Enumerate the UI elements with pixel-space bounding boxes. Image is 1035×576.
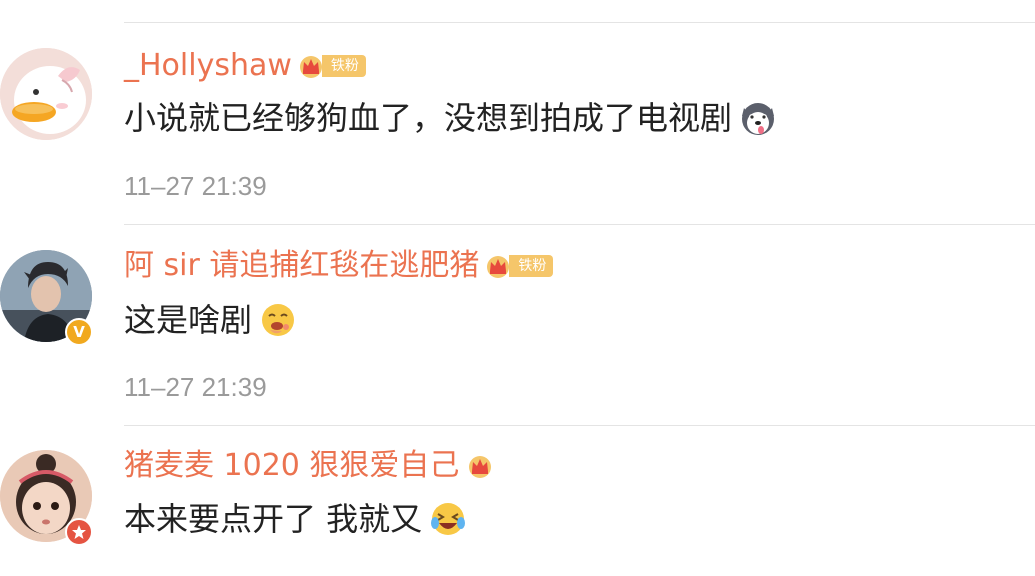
fan-tag: 铁粉 <box>321 55 366 77</box>
username[interactable]: 阿 sir 请追捕红毯在逃肥猪 <box>124 246 479 286</box>
fan-tag: 铁粉 <box>509 255 554 277</box>
divider-top <box>124 22 1035 23</box>
laughing-tears-icon <box>431 503 466 535</box>
comment-text-row: 这是啥剧 <box>124 298 296 342</box>
duck-avatar-icon <box>0 48 92 140</box>
username[interactable]: _Hollyshaw <box>124 46 292 86</box>
avatar[interactable] <box>0 48 92 140</box>
timestamp: 11–27 21:39 <box>124 372 267 402</box>
divider <box>124 224 1035 225</box>
verified-badge <box>65 518 93 546</box>
username-line: 猪麦麦 1020 狠狠爱自己 <box>124 446 495 486</box>
fan-badge[interactable]: 铁粉 <box>485 253 554 279</box>
fan-badge[interactable]: 铁粉 <box>298 53 366 79</box>
username[interactable]: 猪麦麦 1020 狠狠爱自己 <box>124 446 459 486</box>
drooling-face-icon <box>262 304 295 336</box>
username-line: _Hollyshaw 铁粉 <box>124 46 366 86</box>
crown-icon <box>469 456 492 478</box>
comment-text: 这是啥剧 <box>124 301 253 339</box>
comment-text-row: 小说就已经够狗血了，没想到拍成了电视剧 <box>124 96 776 140</box>
timestamp: 11–27 21:39 <box>124 171 267 201</box>
comment-text: 小说就已经够狗血了，没想到拍成了电视剧 <box>124 99 733 137</box>
divider <box>124 425 1035 426</box>
husky-dog-icon <box>742 103 775 135</box>
verified-badge: V <box>65 318 93 346</box>
star-icon <box>72 525 86 539</box>
comment-text-row: 本来要点开了 我就又 <box>124 497 466 541</box>
username-line: 阿 sir 请追捕红毯在逃肥猪 铁粉 <box>124 246 554 286</box>
comment-text: 本来要点开了 我就又 <box>124 500 423 538</box>
fan-badge[interactable] <box>465 453 495 479</box>
